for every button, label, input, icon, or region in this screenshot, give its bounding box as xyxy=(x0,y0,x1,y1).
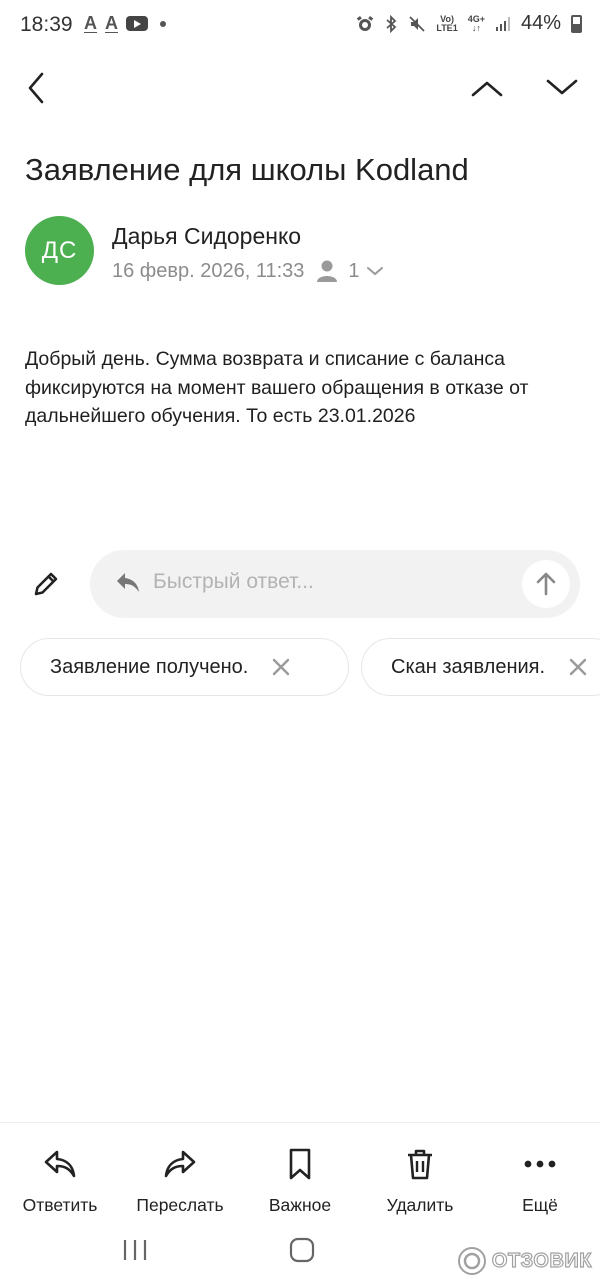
signal-icon xyxy=(495,16,510,31)
lte-label: LTE1 xyxy=(436,22,458,33)
email-body: Добрый день. Сумма возврата и списание с… xyxy=(25,348,529,427)
battery-icon xyxy=(571,14,582,33)
volte-indicator: Vo) LTE1 xyxy=(436,14,458,33)
otzovik-watermark: ОТЗОВИК xyxy=(456,1245,592,1277)
more-dots-icon xyxy=(524,1160,556,1168)
quick-reply-placeholder: Быстрый ответ... xyxy=(153,570,314,593)
suggestion-chip-label: Заявление получено. xyxy=(50,655,249,678)
font-a-icon: A xyxy=(105,13,118,33)
important-label: Важное xyxy=(268,1195,332,1215)
pencil-icon xyxy=(34,572,58,596)
battery-percent: 44% xyxy=(520,12,561,34)
email-date: 16 февр. 2026, 11:33 xyxy=(112,259,305,282)
email-toolbar xyxy=(0,60,600,116)
forward-label: Переслать xyxy=(136,1195,224,1215)
send-button[interactable] xyxy=(522,560,570,608)
more-button[interactable]: Ещё xyxy=(480,1145,600,1216)
more-notifications-dot-icon xyxy=(160,20,166,27)
email-meta[interactable]: 16 февр. 2026, 11:33 1 xyxy=(112,259,384,283)
close-icon[interactable] xyxy=(569,658,587,676)
system-status-icons: Vo) LTE1 4G+ ↓↑ 44% xyxy=(356,12,582,35)
reply-icon xyxy=(117,573,139,592)
quick-reply-field[interactable]: Быстрый ответ... xyxy=(90,550,580,618)
person-icon xyxy=(317,260,338,282)
chevron-down-icon xyxy=(546,79,578,95)
sender-name[interactable]: Дарья Сидоренко xyxy=(112,223,301,250)
network-type-indicator: 4G+ ↓↑ xyxy=(467,13,485,33)
bluetooth-icon xyxy=(386,14,397,33)
watermark-text: ОТЗОВИК xyxy=(491,1249,592,1272)
home-button[interactable] xyxy=(272,1222,332,1278)
system-navigation-bar: ОТЗОВИК xyxy=(0,1222,600,1287)
suggestion-chip[interactable]: Скан заявления. xyxy=(361,638,600,696)
next-email-button[interactable] xyxy=(534,60,590,116)
reply-label: Ответить xyxy=(22,1195,98,1215)
arrow-up-icon xyxy=(536,572,556,596)
status-bar: 18:39 A A Vo) LTE1 4G+ ↓↑ 44% xyxy=(0,0,600,52)
sender-avatar[interactable]: ДС xyxy=(25,216,94,285)
chevron-down-icon xyxy=(366,267,383,276)
trash-icon xyxy=(408,1149,432,1180)
reply-button[interactable]: Ответить xyxy=(0,1145,120,1216)
close-icon[interactable] xyxy=(272,658,290,676)
recent-apps-button[interactable] xyxy=(105,1222,165,1278)
mute-icon xyxy=(409,15,425,32)
forward-icon xyxy=(164,1150,196,1178)
email-subject: Заявление для школы Kodland xyxy=(25,152,469,187)
delete-button[interactable]: Удалить xyxy=(360,1145,480,1216)
delete-label: Удалить xyxy=(386,1195,454,1215)
bottom-action-bar: Ответить Переслать Важное Удалить Ещё xyxy=(0,1122,600,1222)
suggestion-chip-label: Скан заявления. xyxy=(391,655,546,678)
alarm-icon xyxy=(357,15,374,31)
recipients-count: 1 xyxy=(348,259,360,282)
chevron-up-icon xyxy=(471,81,503,97)
chevron-left-icon xyxy=(28,72,44,104)
youtube-icon xyxy=(126,16,148,31)
status-time: 18:39 xyxy=(20,13,73,36)
notification-icons: A A xyxy=(84,13,166,34)
otzovik-logo-icon xyxy=(457,1247,486,1275)
back-button[interactable] xyxy=(8,60,64,116)
compose-reply-button[interactable] xyxy=(24,562,68,606)
font-a-icon: A xyxy=(84,13,97,33)
home-icon xyxy=(289,1237,315,1263)
forward-button[interactable]: Переслать xyxy=(120,1145,240,1216)
more-label: Ещё xyxy=(522,1195,558,1215)
recent-apps-icon xyxy=(123,1240,147,1260)
previous-email-button[interactable] xyxy=(459,60,515,116)
suggestion-chip[interactable]: Заявление получено. xyxy=(20,638,349,696)
bookmark-icon xyxy=(289,1148,311,1180)
reply-icon xyxy=(44,1150,76,1178)
important-button[interactable]: Важное xyxy=(240,1145,360,1216)
